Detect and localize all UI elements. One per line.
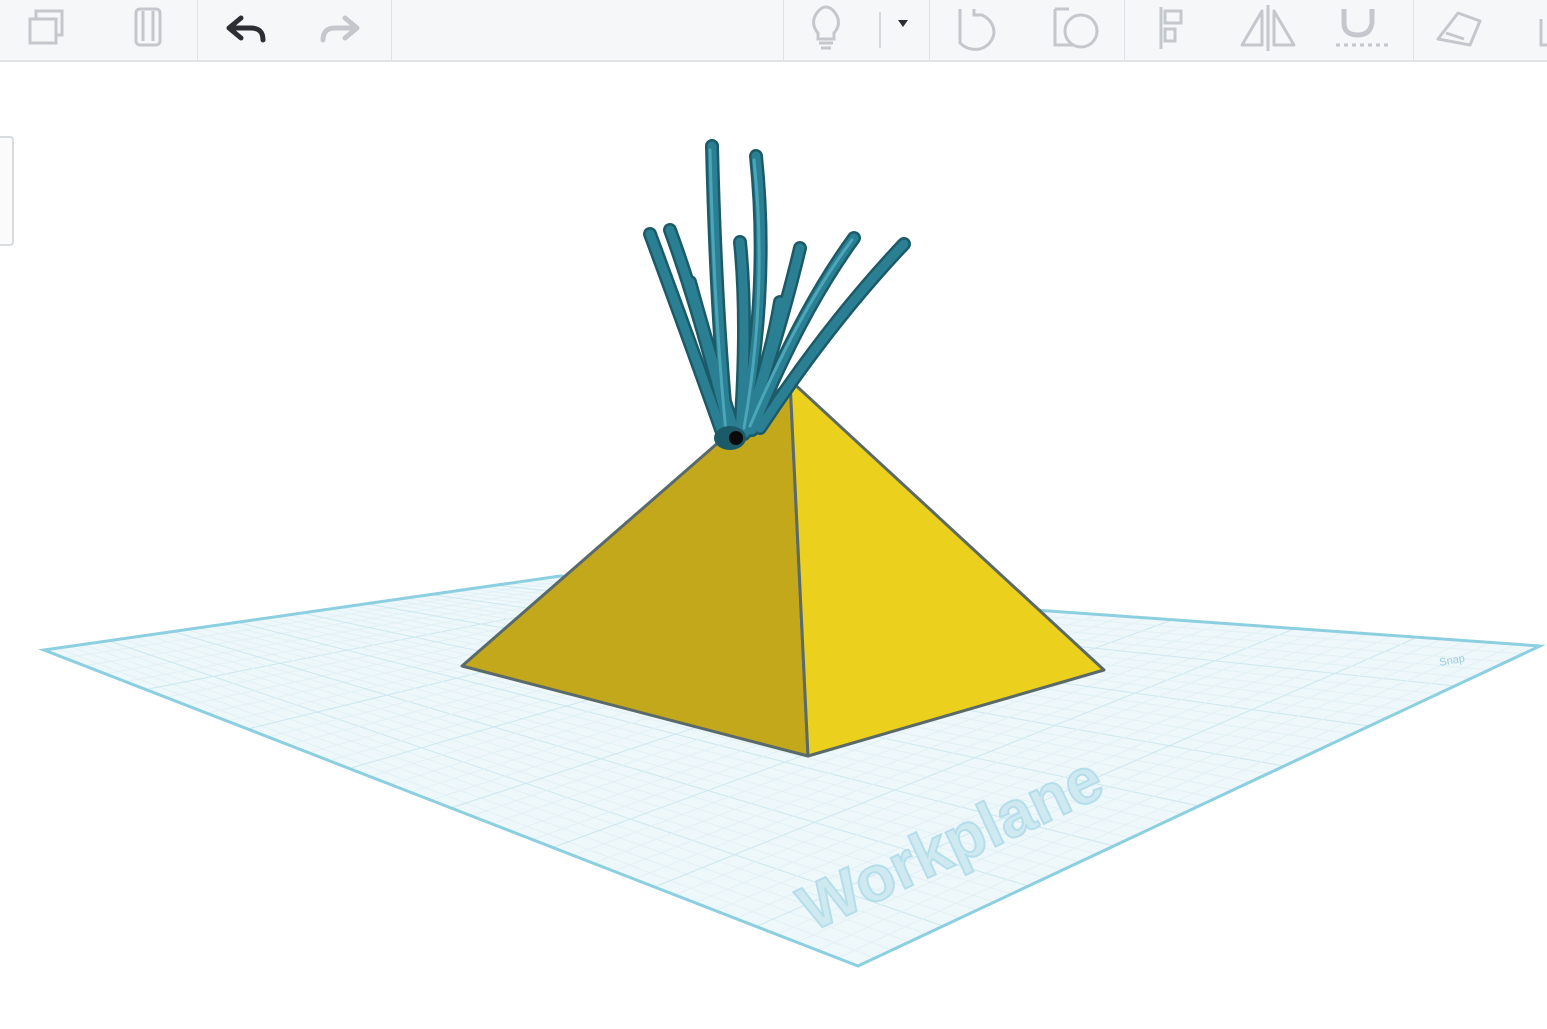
copy-icon	[28, 9, 64, 45]
toolbar-divider	[197, 0, 198, 62]
redo-icon	[320, 15, 360, 43]
undo-icon	[226, 15, 266, 43]
workplane-tool-button[interactable]	[1430, 0, 1494, 60]
magnet-icon	[1336, 9, 1392, 47]
main-toolbar	[0, 0, 1547, 62]
3d-viewport[interactable]: Workplane Snap	[0, 62, 1547, 1029]
delete-button[interactable]	[116, 0, 180, 60]
shape-solid-button[interactable]	[946, 0, 1010, 60]
tentacle-eye	[729, 431, 743, 445]
chevron-down-icon	[879, 12, 908, 48]
ruler-icon	[1539, 19, 1547, 47]
shape-hole-button[interactable]	[1044, 0, 1108, 60]
shape-hole-icon	[1053, 7, 1099, 49]
align-icon	[1159, 7, 1183, 49]
scene-svg: Workplane Snap	[38, 139, 1546, 968]
tentacle-shape[interactable]	[643, 139, 911, 450]
cruise-button[interactable]	[1332, 0, 1396, 60]
mirror-icon	[1240, 5, 1296, 51]
toolbar-divider	[783, 0, 784, 62]
show-dropdown-button[interactable]	[864, 0, 924, 60]
shape-solid-icon	[958, 9, 996, 51]
copy-button[interactable]	[20, 0, 84, 60]
toolbar-divider	[1413, 0, 1414, 62]
toolbar-divider	[391, 0, 392, 62]
lightbulb-icon	[812, 5, 840, 50]
undo-button[interactable]	[214, 0, 278, 60]
workplane-tool-icon	[1436, 11, 1482, 47]
trash-icon	[134, 7, 162, 47]
more-tools-button[interactable]	[1516, 0, 1547, 60]
toolbar-divider	[1124, 0, 1125, 62]
redo-button[interactable]	[308, 0, 372, 60]
mirror-button[interactable]	[1236, 0, 1300, 60]
toolbar-divider	[929, 0, 930, 62]
show-all-button[interactable]	[794, 0, 858, 60]
align-button[interactable]	[1140, 0, 1204, 60]
